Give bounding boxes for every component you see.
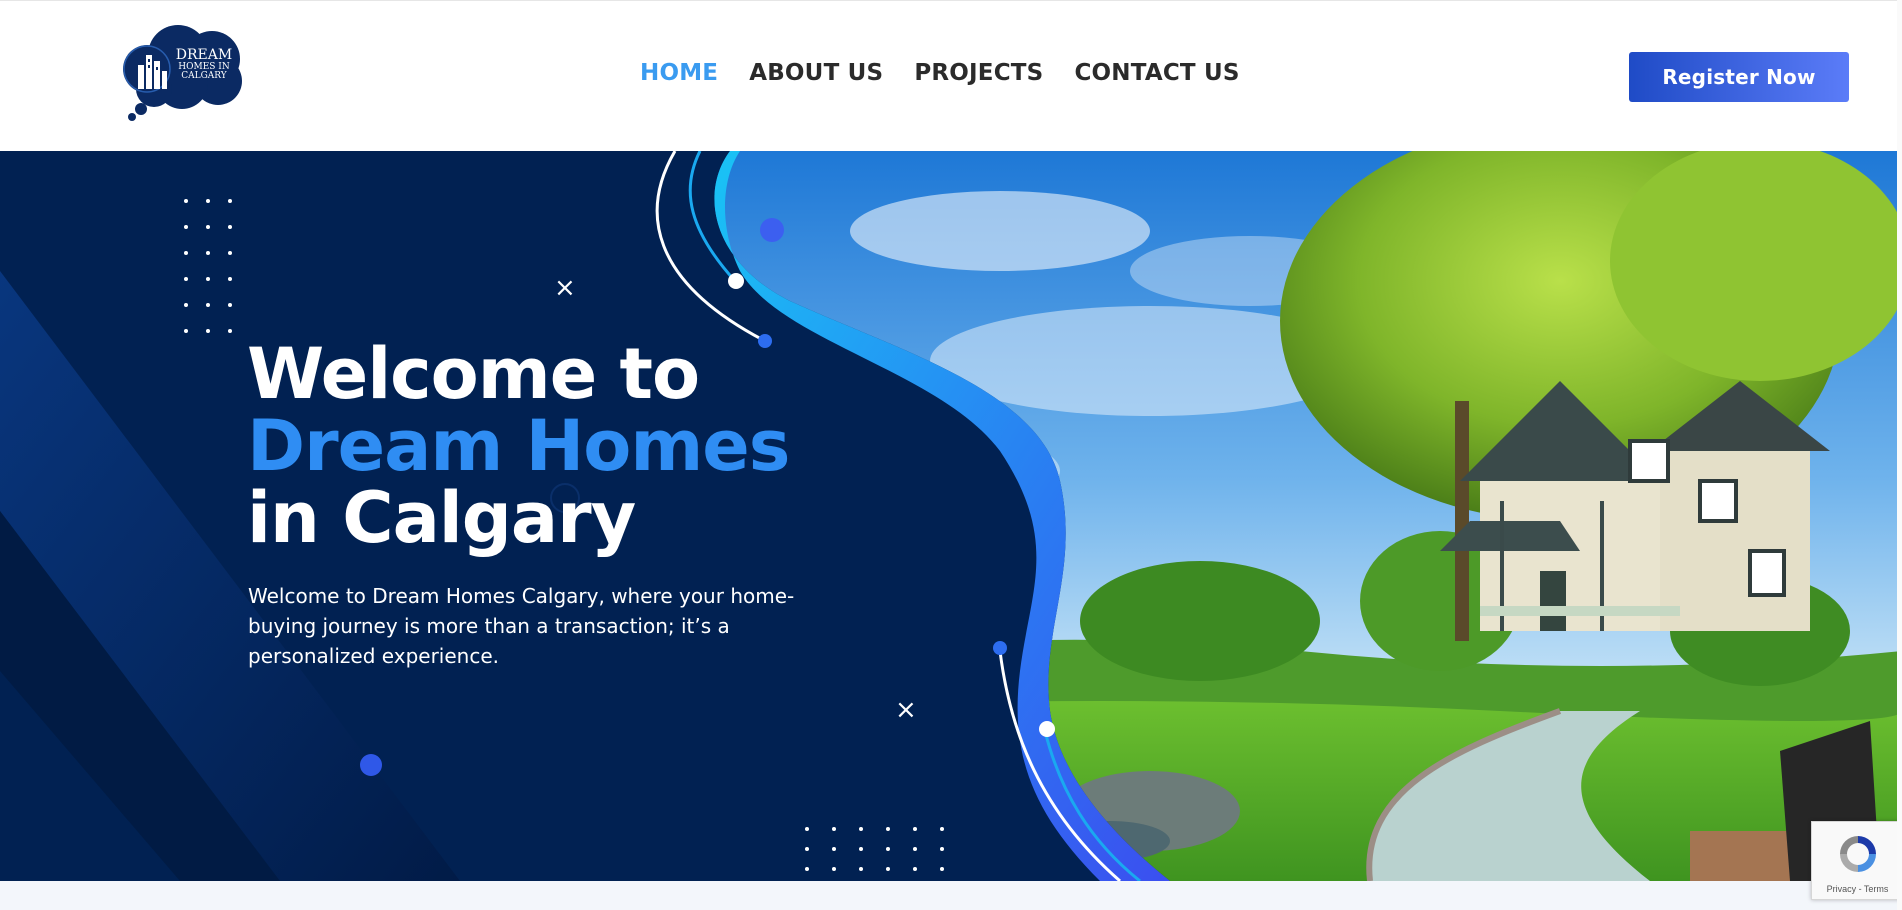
hero-title-line-1: Welcome to [247,333,700,415]
hero-title: Welcome to Dream Homes in Calgary [247,333,790,559]
nav-home[interactable]: HOME [640,60,718,86]
decor-dot-grid-top [184,199,232,333]
decor-x-icon: × [554,273,576,303]
main-nav: HOME ABOUT US PROJECTS CONTACT US [640,60,1240,86]
site-logo[interactable]: DREAM HOMES IN CALGARY [122,25,246,125]
nav-about-us[interactable]: ABOUT US [749,60,883,86]
page-scrollbar[interactable] [1897,0,1902,910]
logo-line-1: DREAM [175,47,233,63]
logo-line-3: CALGARY [181,71,227,82]
hero-title-line-3: in Calgary [247,477,636,559]
nav-projects[interactable]: PROJECTS [914,60,1043,86]
register-now-button[interactable]: Register Now [1629,52,1849,102]
recaptcha-links[interactable]: Privacy - Terms [1812,884,1902,894]
recaptcha-icon [1840,836,1876,872]
hero-title-line-2: Dream Homes [247,405,790,487]
nav-contact-us[interactable]: CONTACT US [1074,60,1239,86]
decor-x-icon: × [895,695,917,725]
next-section-edge [0,881,1902,910]
logo-text: DREAM HOMES IN CALGARY [174,48,234,82]
decor-dot-grid-bottom [805,827,944,871]
recaptcha-badge[interactable]: Privacy - Terms [1811,821,1902,900]
hero-banner: × × Welcome to Dream Homes in Calgary We… [0,151,1902,881]
hero-description: Welcome to Dream Homes Calgary, where yo… [248,584,795,668]
site-header: DREAM HOMES IN CALGARY HOME ABOUT US PRO… [0,0,1902,151]
